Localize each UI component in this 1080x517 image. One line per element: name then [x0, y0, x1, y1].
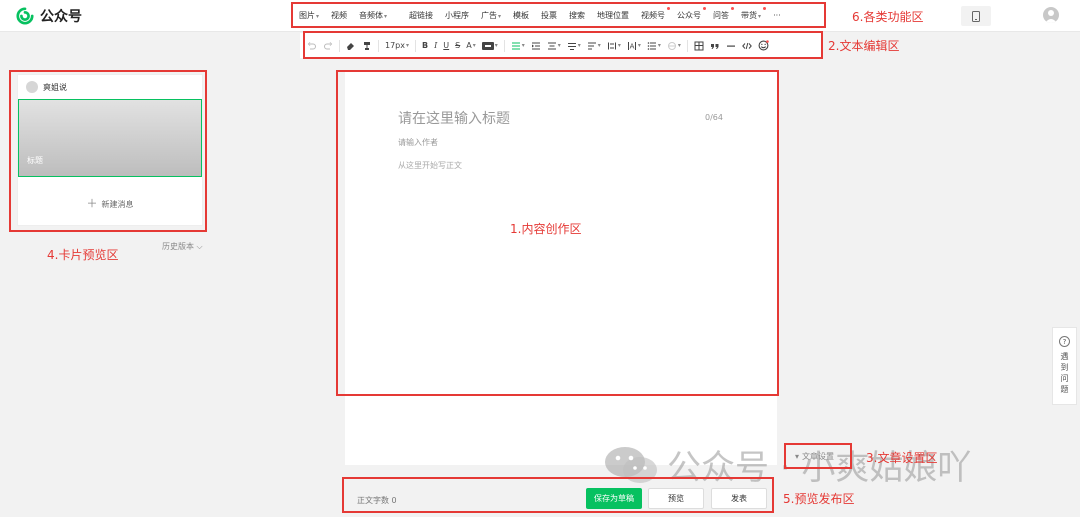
user-avatar[interactable] — [1043, 7, 1059, 23]
help-float-button[interactable]: ? 遇 到 问 题 — [1052, 327, 1077, 405]
annotation-label-card: 4.卡片预览区 — [47, 248, 119, 262]
chevron-down-icon: ⌵ — [194, 242, 203, 251]
history-versions-link[interactable]: 历史版本 ⌵ — [162, 241, 203, 252]
annotation-label-toolbar: 2.文本编辑区 — [828, 39, 900, 53]
help-char: 遇 — [1060, 352, 1069, 361]
app-logo[interactable]: 公众号 — [16, 6, 82, 26]
help-char: 题 — [1060, 385, 1069, 394]
annotation-label-functions: 6.各类功能区 — [852, 10, 924, 24]
annotation-box-toolbar — [303, 31, 823, 59]
help-char: 问 — [1060, 374, 1069, 383]
question-icon: ? — [1059, 336, 1070, 347]
annotation-box-settings — [784, 443, 852, 469]
annotation-label-publish: 5.预览发布区 — [783, 492, 855, 506]
annotation-label-settings: 3.文章设置区 — [866, 451, 938, 465]
history-label: 历史版本 — [162, 242, 194, 251]
wechat-mp-logo-icon — [16, 7, 34, 25]
phone-icon — [972, 10, 980, 22]
help-char: 到 — [1060, 363, 1069, 372]
user-icon — [1045, 10, 1057, 23]
annotation-label-content: 1.内容创作区 — [510, 222, 582, 236]
annotation-box-card — [9, 70, 207, 232]
mobile-preview-button[interactable] — [961, 6, 991, 26]
annotation-box-functions — [291, 2, 826, 28]
app-name: 公众号 — [40, 9, 82, 25]
annotation-box-publish — [342, 477, 774, 513]
